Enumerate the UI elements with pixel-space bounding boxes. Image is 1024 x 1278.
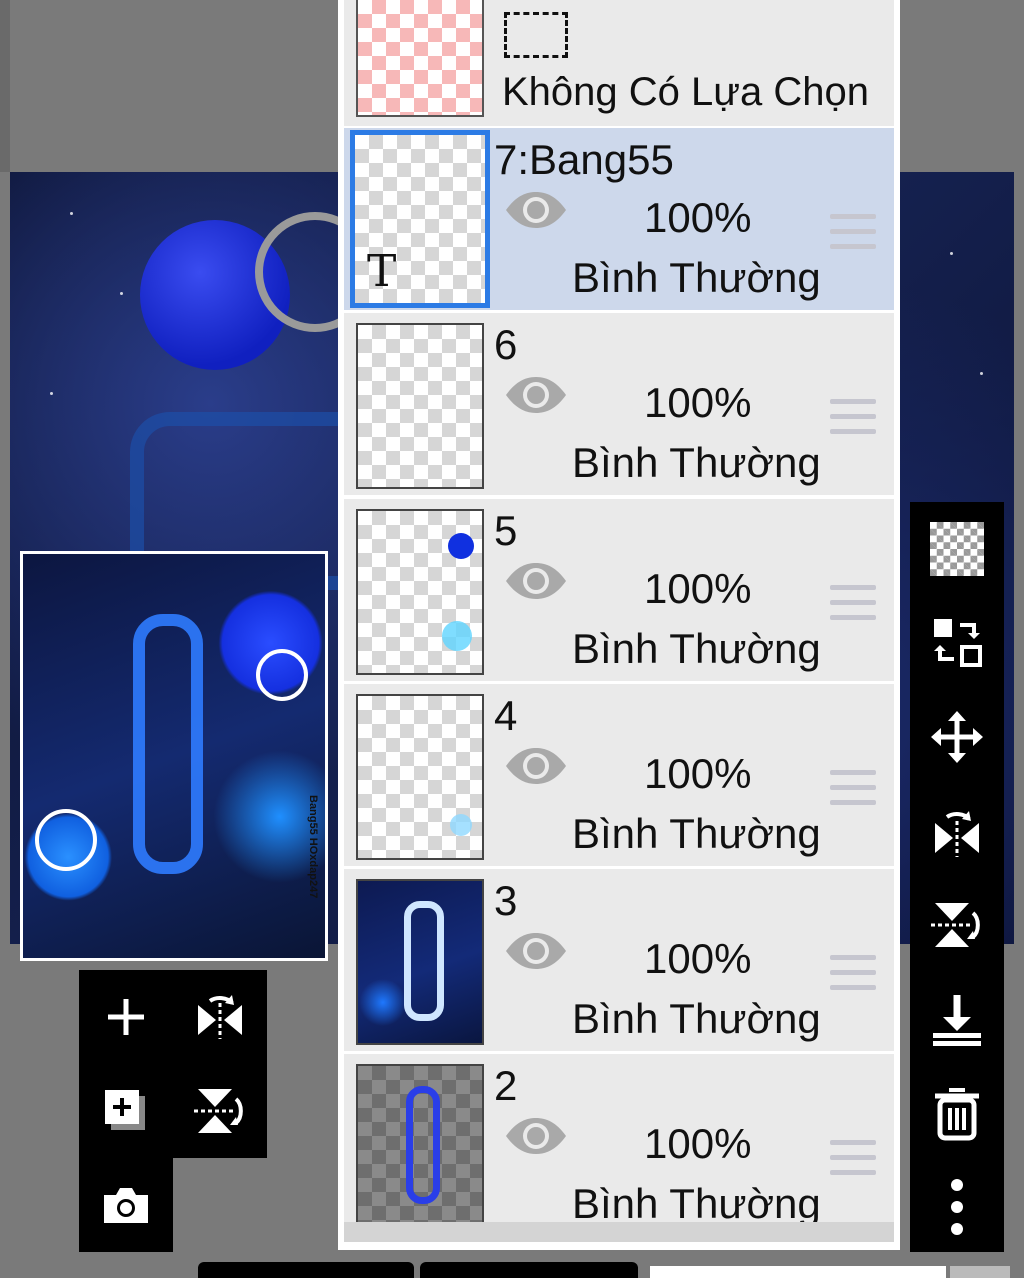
canvas-star — [50, 392, 53, 395]
navigator-artwork: Bang55 HOxdap247 — [23, 554, 325, 958]
flip-vertical-icon — [194, 1089, 243, 1133]
add-layer-icon — [108, 999, 144, 1035]
drag-handle-icon[interactable] — [830, 770, 876, 815]
left-edge — [0, 0, 10, 172]
layer-thumbnail — [356, 323, 484, 489]
drag-handle-icon[interactable] — [830, 1140, 876, 1185]
layer-row[interactable]: T 7:Bang55 100% Bình Thường — [344, 128, 894, 310]
delete-layer-button[interactable] — [910, 1066, 1004, 1160]
layer-name: 3 — [494, 877, 518, 924]
layer-blend-mode[interactable]: Bình Thường — [572, 625, 821, 673]
left-toolbar-bottom — [79, 1158, 173, 1252]
layer-order-icon — [934, 619, 982, 667]
flip-vertical-button[interactable] — [910, 878, 1004, 972]
layer-opacity[interactable]: 100% — [644, 194, 751, 242]
transparent-icon — [930, 522, 984, 576]
thumb-word-art — [406, 1086, 440, 1204]
navigator-globe — [35, 809, 97, 871]
layer-order-button[interactable] — [910, 596, 1004, 690]
thumb-glow — [450, 814, 472, 836]
visibility-eye-icon[interactable] — [504, 1116, 568, 1156]
bottom-field[interactable] — [650, 1266, 946, 1278]
layer-name: 4 — [494, 692, 518, 739]
transparent-button[interactable] — [910, 502, 1004, 596]
canvas-star — [950, 252, 953, 255]
layer-opacity[interactable]: 100% — [644, 565, 751, 613]
layer-name: 5 — [494, 507, 518, 554]
layer-panel-footer — [344, 1222, 894, 1242]
bottom-button[interactable] — [950, 1266, 1010, 1278]
layer-row[interactable]: 2 100% Bình Thường — [344, 1054, 894, 1236]
navigator-word-art — [133, 614, 203, 874]
text-layer-icon: T — [367, 246, 397, 297]
camera-button[interactable] — [79, 1158, 173, 1252]
canvas-star — [120, 292, 123, 295]
drag-handle-icon[interactable] — [830, 214, 876, 259]
layer-thumbnail — [356, 1064, 484, 1230]
more-icon — [951, 1179, 963, 1235]
add-layer-button[interactable] — [79, 970, 173, 1064]
flip-horizontal-icon — [198, 995, 242, 1039]
selection-marquee-icon — [504, 12, 568, 58]
drag-handle-icon[interactable] — [830, 955, 876, 1000]
left-toolbar — [79, 970, 267, 1158]
delete-icon — [935, 1088, 979, 1141]
visibility-eye-icon[interactable] — [504, 190, 568, 230]
layer-opacity[interactable]: 100% — [644, 750, 751, 798]
camera-icon — [104, 1188, 148, 1223]
layer-name: 2 — [494, 1062, 518, 1109]
layer-thumbnail: T — [350, 130, 490, 308]
bottom-tab[interactable] — [198, 1262, 414, 1278]
more-button[interactable] — [910, 1160, 1004, 1254]
flip-horizontal-button[interactable] — [910, 784, 1004, 878]
layer-blend-mode[interactable]: Bình Thường — [572, 995, 821, 1043]
layer-name: 6 — [494, 321, 518, 368]
bottom-tab[interactable] — [420, 1262, 638, 1278]
layer-row[interactable]: 6 100% Bình Thường — [344, 313, 894, 495]
visibility-eye-icon[interactable] — [504, 931, 568, 971]
visibility-eye-icon[interactable] — [504, 746, 568, 786]
layer-opacity[interactable]: 100% — [644, 1120, 751, 1168]
layer-row[interactable]: 4 100% Bình Thường — [344, 684, 894, 866]
navigator-signature: Bang55 HOxdap247 — [307, 794, 319, 898]
layer-blend-mode[interactable]: Bình Thường — [572, 254, 821, 302]
layer-name: 7:Bang55 — [494, 136, 674, 183]
selection-thumbnail — [356, 0, 484, 117]
move-icon — [931, 711, 983, 763]
right-toolbar — [910, 502, 1004, 1252]
merge-down-icon — [933, 995, 981, 1046]
layer-blend-mode[interactable]: Bình Thường — [572, 810, 821, 858]
flip-vertical-button[interactable] — [173, 1064, 267, 1158]
move-button[interactable] — [910, 690, 1004, 784]
layer-row[interactable]: 5 100% Bình Thường — [344, 499, 894, 681]
selection-label: Không Có Lựa Chọn — [502, 70, 870, 114]
visibility-eye-icon[interactable] — [504, 375, 568, 415]
layer-opacity[interactable]: 100% — [644, 379, 751, 427]
visibility-eye-icon[interactable] — [504, 561, 568, 601]
navigator-preview[interactable]: Bang55 HOxdap247 — [20, 551, 328, 961]
drag-handle-icon[interactable] — [830, 399, 876, 444]
canvas-star — [70, 212, 73, 215]
navigator-globe — [256, 649, 308, 701]
merge-down-button[interactable] — [910, 972, 1004, 1066]
canvas-star — [980, 372, 983, 375]
flip-horizontal-button[interactable] — [173, 970, 267, 1064]
layer-opacity[interactable]: 100% — [644, 935, 751, 983]
layer-thumbnail — [356, 879, 484, 1045]
drag-handle-icon[interactable] — [830, 585, 876, 630]
layer-row[interactable]: 3 100% Bình Thường — [344, 869, 894, 1051]
flip-horizontal-icon — [935, 811, 979, 857]
thumb-glow — [442, 621, 472, 651]
flip-vertical-icon — [931, 903, 980, 947]
thumb-word-art — [404, 901, 444, 1021]
layer-thumbnail — [356, 694, 484, 860]
selection-layer-row[interactable]: Không Có Lựa Chọn — [344, 0, 894, 126]
add-layer-copy-icon — [105, 1090, 145, 1130]
layer-blend-mode[interactable]: Bình Thường — [572, 1180, 821, 1228]
thumb-ball — [448, 533, 474, 559]
layer-blend-mode[interactable]: Bình Thường — [572, 439, 821, 487]
add-layer-copy-button[interactable] — [79, 1064, 173, 1158]
layer-thumbnail — [356, 509, 484, 675]
